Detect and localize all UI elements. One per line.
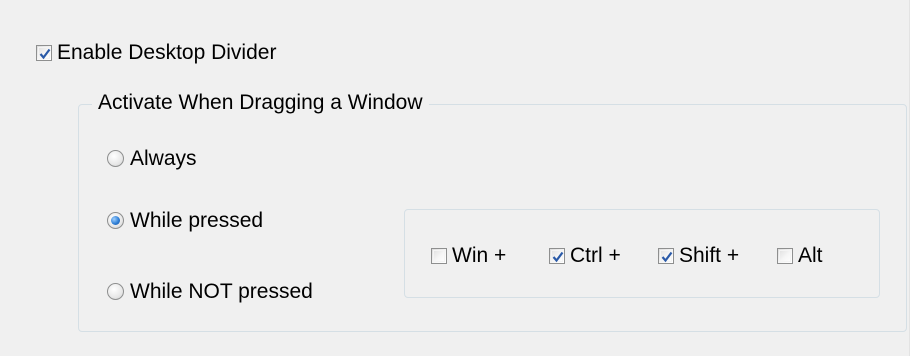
- radio-while-not-pressed[interactable]: While NOT pressed: [107, 281, 313, 302]
- settings-panel: Enable Desktop Divider Activate When Dra…: [0, 0, 910, 356]
- radio-selected-icon[interactable]: [107, 212, 124, 229]
- checkbox-checked-icon[interactable]: [36, 44, 52, 61]
- checkbox-unchecked-icon[interactable]: [431, 247, 447, 264]
- enable-desktop-divider-label: Enable Desktop Divider: [57, 41, 277, 64]
- radio-icon[interactable]: [107, 283, 124, 300]
- modifier-ctrl-label: Ctrl +: [570, 244, 621, 267]
- radio-icon[interactable]: [107, 150, 124, 167]
- modifier-shift-label: Shift +: [679, 244, 740, 267]
- enable-desktop-divider-checkbox[interactable]: Enable Desktop Divider: [36, 42, 276, 63]
- activation-group-title: Activate When Dragging a Window: [92, 92, 429, 114]
- checkbox-checked-icon[interactable]: [658, 247, 674, 264]
- checkbox-unchecked-icon[interactable]: [777, 247, 793, 264]
- radio-while-not-pressed-label: While NOT pressed: [130, 280, 313, 303]
- radio-always[interactable]: Always: [107, 148, 197, 169]
- radio-while-pressed[interactable]: While pressed: [107, 210, 263, 231]
- modifier-alt-label: Alt: [798, 244, 823, 267]
- radio-always-label: Always: [130, 147, 197, 170]
- modifier-win-checkbox[interactable]: Win +: [431, 245, 506, 266]
- modifier-ctrl-checkbox[interactable]: Ctrl +: [549, 245, 621, 266]
- modifier-alt-checkbox[interactable]: Alt: [777, 245, 823, 266]
- modifier-shift-checkbox[interactable]: Shift +: [658, 245, 739, 266]
- modifier-win-label: Win +: [452, 244, 507, 267]
- checkbox-checked-icon[interactable]: [549, 247, 565, 264]
- radio-while-pressed-label: While pressed: [130, 209, 264, 232]
